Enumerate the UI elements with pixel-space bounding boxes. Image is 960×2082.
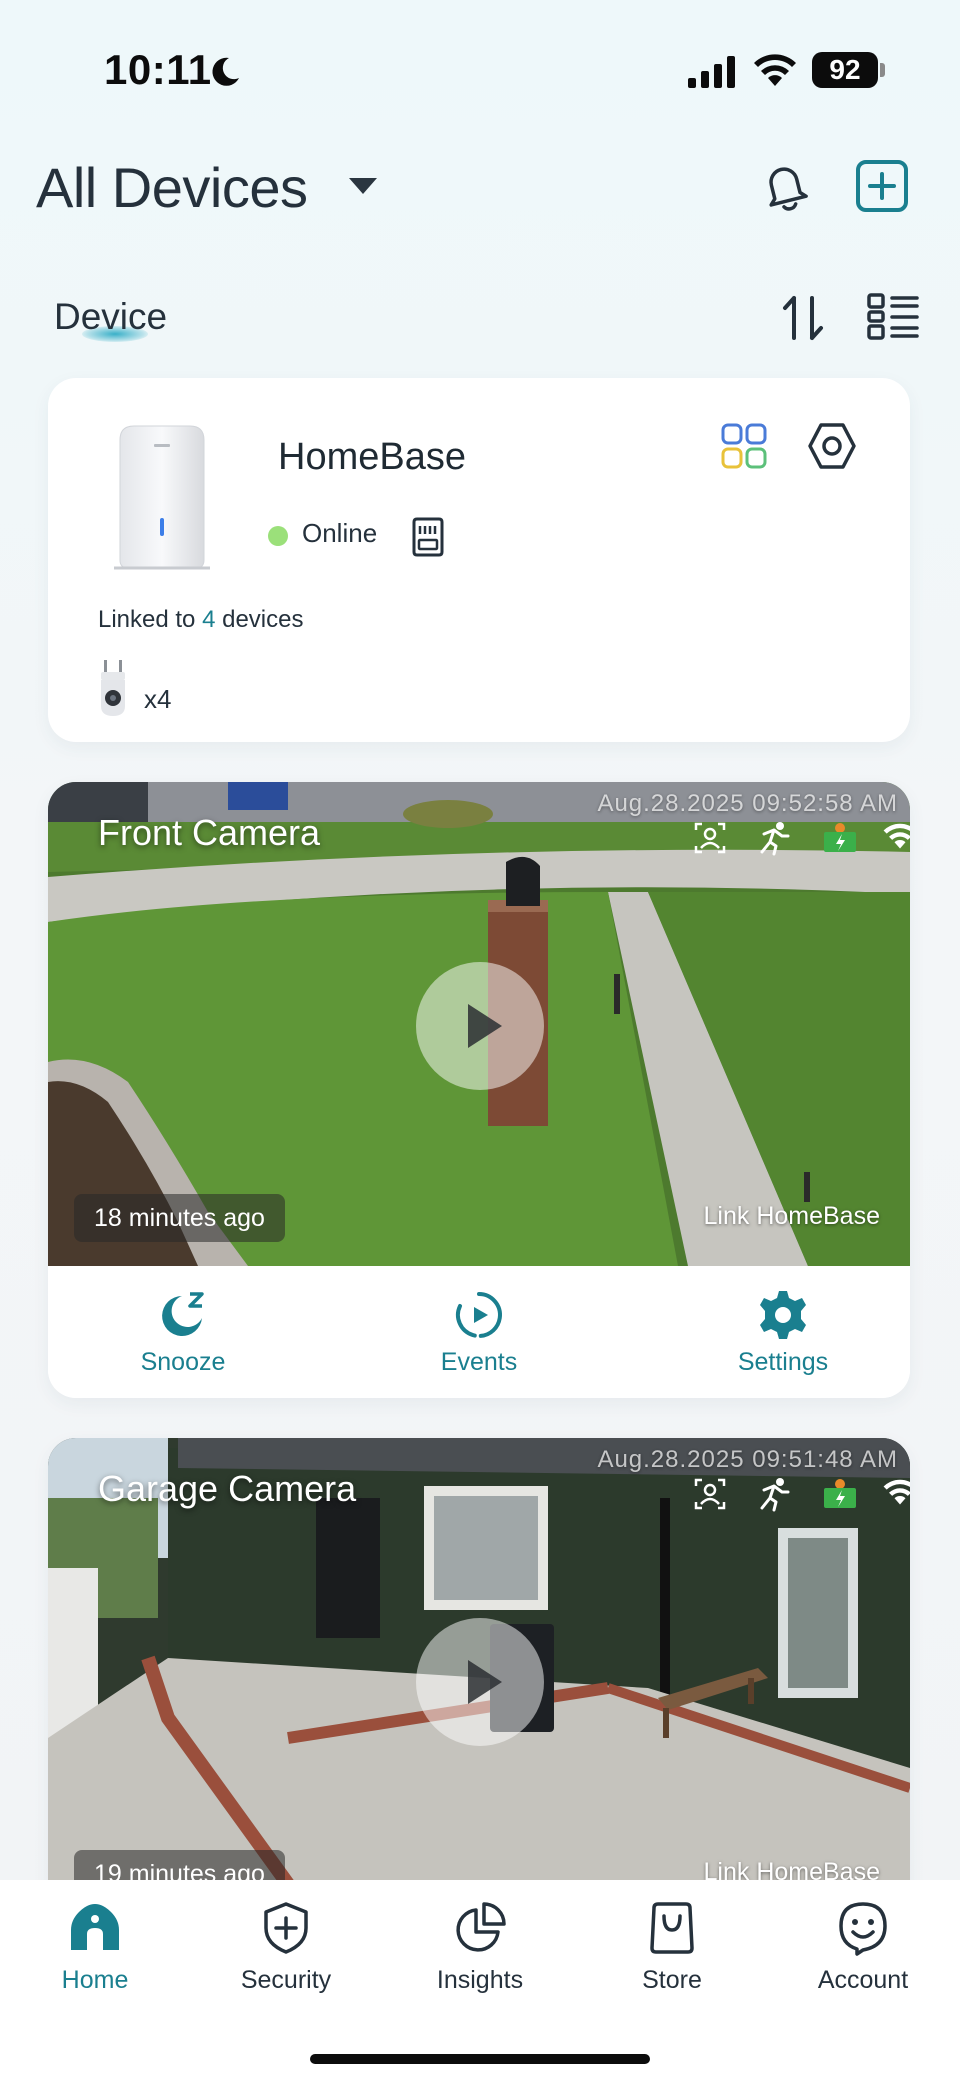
sd-card-icon [412,517,444,557]
battery-tip [880,63,885,77]
play-button[interactable] [416,962,544,1090]
link-homebase-label: Link HomeBase [703,1202,880,1230]
camera-preview[interactable]: Front Camera Aug.28.2025 09:52:58 AM 18 … [48,782,910,1266]
events-icon [456,1292,502,1338]
snooze-icon [162,1292,204,1336]
camera-actions: Snooze Events Settings [48,1266,910,1398]
settings-label: Settings [737,1348,829,1376]
chevron-down-icon[interactable] [349,178,377,194]
moon-icon [212,57,239,86]
status-bar: 10:11 92 [0,0,960,140]
solar-battery-icon [824,823,856,852]
nav-item-store[interactable]: Store [592,1900,752,2010]
shield-plus-icon [264,1902,308,1954]
section-label: Device [54,296,168,337]
homebase-status: Online [302,518,378,548]
last-seen-badge: 18 minutes ago [74,1194,285,1242]
nav-item-home[interactable]: Home [15,1900,175,2010]
nav-label-home: Home [61,1966,129,1994]
events-button[interactable]: Events [399,1288,559,1388]
linked-prefix: Linked to [98,606,203,633]
snooze-button[interactable]: Snooze [103,1288,263,1388]
device-settings-icon[interactable] [806,420,858,472]
camera-wifi-icon [883,1479,910,1505]
shopping-bag-icon [650,1902,694,1954]
bell-icon[interactable] [758,158,812,214]
add-device-button[interactable] [854,158,910,214]
camera-timestamp: Aug.28.2025 09:51:48 AM [597,1446,898,1473]
linked-suffix: devices [215,606,304,633]
sort-icon[interactable] [780,292,826,344]
wifi-icon [754,54,796,86]
home-indicator [310,2054,650,2064]
online-status-dot [268,526,288,546]
pie-chart-icon [456,1902,506,1952]
camera-thumbnail-icon [101,660,125,716]
play-button[interactable] [416,1618,544,1746]
homebase-card[interactable]: HomeBase Online Linked to 4 devices x4 [48,378,910,742]
nav-item-account[interactable]: Account [783,1900,943,2010]
nav-label-insights: Insights [436,1966,524,1994]
nav-item-insights[interactable]: Insights [400,1900,560,2010]
camera-status-icons [644,820,910,860]
nav-label-store: Store [642,1966,702,1994]
nav-item-security[interactable]: Security [206,1900,366,2010]
camera-status-icons [644,1476,910,1516]
camera-preview[interactable]: Garage Camera Aug.28.2025 09:51:48 AM 19… [48,1438,910,1898]
list-view-icon[interactable] [866,292,920,342]
smiley-icon [839,1902,887,1956]
face-detect-icon [694,822,726,854]
face-detect-icon [694,1478,726,1510]
nav-label-account: Account [817,1966,909,1994]
gear-icon [760,1291,806,1339]
camera-name: Front Camera [98,812,321,853]
camera-wifi-icon [883,823,910,849]
status-time: 10:11 [104,46,212,93]
battery-indicator: 92 [812,52,878,88]
page-title[interactable]: All Devices [36,155,308,220]
homebase-name: HomeBase [278,436,466,478]
camera-timestamp: Aug.28.2025 09:52:58 AM [597,790,898,817]
apps-grid-icon[interactable] [720,422,768,470]
nav-label-security: Security [240,1966,332,1994]
linked-count: 4 [202,606,216,633]
home-icon [71,1904,119,1950]
snooze-label: Snooze [140,1348,226,1376]
bottom-nav: Home Security Insights Store Account [0,1880,960,2082]
signal-icon [688,56,735,88]
linked-devices-text: Linked to 4 devices [98,606,303,634]
motion-detect-icon [760,822,790,856]
solar-battery-icon [824,1479,856,1508]
settings-button[interactable]: Settings [703,1288,863,1388]
camera-name: Garage Camera [98,1468,357,1509]
front-camera-card[interactable]: Front Camera Aug.28.2025 09:52:58 AM 18 … [48,782,910,1398]
garage-camera-card[interactable]: Garage Camera Aug.28.2025 09:51:48 AM 19… [48,1438,910,1898]
camera-count: x4 [144,684,172,714]
motion-detect-icon [760,1478,790,1512]
events-label: Events [440,1348,518,1376]
homebase-device-image [114,425,210,570]
play-icon [468,1004,502,1048]
play-icon [468,1660,502,1704]
